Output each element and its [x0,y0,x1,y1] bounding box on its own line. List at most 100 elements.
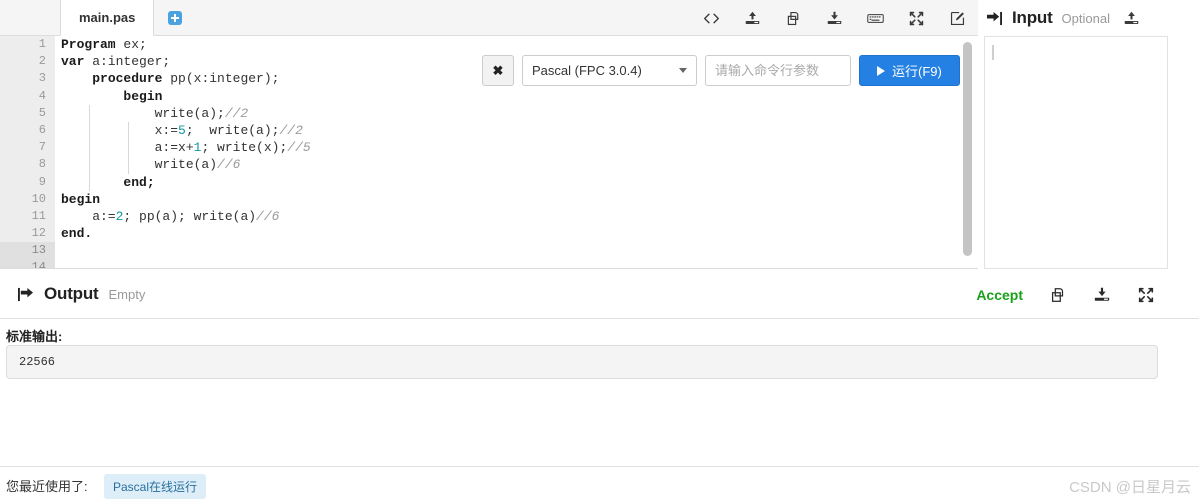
line-number: 9 [38,174,46,189]
code-token: end. [61,226,93,242]
code-token: begin [61,191,101,207]
editor-scrollbar-thumb[interactable] [963,42,972,256]
chevron-down-icon [679,68,687,73]
line-number: 5 [38,105,46,120]
code-token: 5 [178,122,186,138]
run-button[interactable]: 运行(F9) [859,55,960,86]
fullscreen-icon[interactable] [1137,286,1155,304]
line-number: 3 [38,71,46,86]
editor-topbar: main.pas [0,0,978,36]
line-number: 13 [0,242,55,260]
code-token: x:= [61,122,179,138]
language-select-value: Pascal (FPC 3.0.4) [532,63,642,78]
line-number: 2 [38,54,46,69]
line-number: 4 [38,88,46,103]
input-optional-label: Optional [1061,10,1110,26]
output-status: Empty [108,286,146,302]
download-icon[interactable] [1093,286,1111,304]
online-compiler-page: main.pas Input Optional 1 2 3 4 5 6 7 8 … [0,0,1199,501]
edit-icon[interactable] [949,10,966,27]
code-token: //6 [217,157,241,173]
run-toolbar: ✖ Pascal (FPC 3.0.4) 运行(F9) [482,55,960,86]
keyboard-icon[interactable] [867,10,884,27]
top-row: main.pas Input Optional [0,0,1199,36]
upload-icon[interactable] [744,10,761,27]
clear-button[interactable]: ✖ [482,55,514,86]
stdout-value: 22566 [19,355,56,369]
input-textarea[interactable] [984,36,1168,269]
code-line: x:=5; write(a);//2 [61,122,978,139]
code-line: end. [61,225,978,242]
code-token: a:integer; [84,54,171,70]
code-token: //5 [287,140,311,156]
code-line: begin [61,88,978,105]
tabstrip: main.pas [60,0,196,36]
editor-scrollbar[interactable] [963,42,972,263]
line-number: 7 [38,140,46,155]
input-panel-title: Input [1012,8,1053,27]
output-title-group: Output Empty [17,284,145,304]
footer: 您最近使用了: Pascal在线运行 CSDN @日星月云 [0,467,1199,501]
run-button-label: 运行(F9) [892,64,942,79]
add-tab-icon [168,11,183,25]
code-token: write(a) [61,157,218,173]
line-number: 14 [0,259,55,268]
line-number: 11 [31,208,46,223]
code-token: write(a); [61,105,225,121]
code-token: procedure [92,71,163,87]
code-token: var [61,54,85,70]
code-token: Program [61,37,116,52]
code-icon[interactable] [703,10,720,27]
recent-item-pascal[interactable]: Pascal在线运行 [104,474,207,499]
input-arrow-icon [986,11,1003,26]
download-icon[interactable] [826,10,843,27]
code-line: a:=2; pp(a); write(a)//6 [61,208,978,225]
code-line: begin [61,191,978,208]
line-number-gutter: 1 2 3 4 5 6 7 8 9 10 11 12 13 14 [0,36,55,268]
code-token: end; [123,174,155,190]
output-divider [0,318,1199,319]
stdout-value-box: 22566 [6,345,1158,379]
code-line: write(a)//6 [61,156,978,173]
output-panel-title: Output [44,284,99,303]
input-panel-header: Input Optional [980,0,1199,36]
text-cursor [992,45,994,60]
recent-used-label: 您最近使用了: [6,479,88,494]
language-select[interactable]: Pascal (FPC 3.0.4) [522,55,697,86]
command-args-input[interactable] [705,55,851,86]
fullscreen-icon[interactable] [908,10,925,27]
stdout-label: 标准输出: [6,329,63,344]
watermark: CSDN @日星月云 [1069,479,1191,496]
code-token: ; pp(a); write(a) [123,208,257,224]
add-tab-button[interactable] [154,0,196,36]
output-actions: Accept [976,286,1155,304]
output-panel-header: Output Empty Accept [0,280,1199,316]
code-token: ; write(a); [185,122,280,138]
indent-guide [128,122,129,174]
file-tab-main-pas[interactable]: main.pas [60,0,155,36]
upload-icon[interactable] [1123,10,1140,27]
accept-label[interactable]: Accept [976,287,1023,303]
line-number: 6 [38,122,46,137]
code-token: //2 [279,122,303,138]
copy-icon[interactable] [1049,286,1067,304]
line-number: 10 [31,191,46,206]
line-number: 8 [38,157,46,172]
play-icon [877,65,885,76]
code-token: a:= [61,208,116,224]
copy-icon[interactable] [785,10,802,27]
code-token: //6 [256,208,280,224]
code-line: a:=x+1; write(x);//5 [61,139,978,156]
code-line: end; [61,174,978,191]
code-token: begin [123,88,163,104]
line-number: 12 [31,226,46,241]
editor-toolbar-icons [703,0,966,36]
code-line: Program ex; [61,36,978,53]
code-line: write(a);//2 [61,105,978,122]
code-token: //2 [224,105,249,121]
code-token: ex; [115,37,147,52]
